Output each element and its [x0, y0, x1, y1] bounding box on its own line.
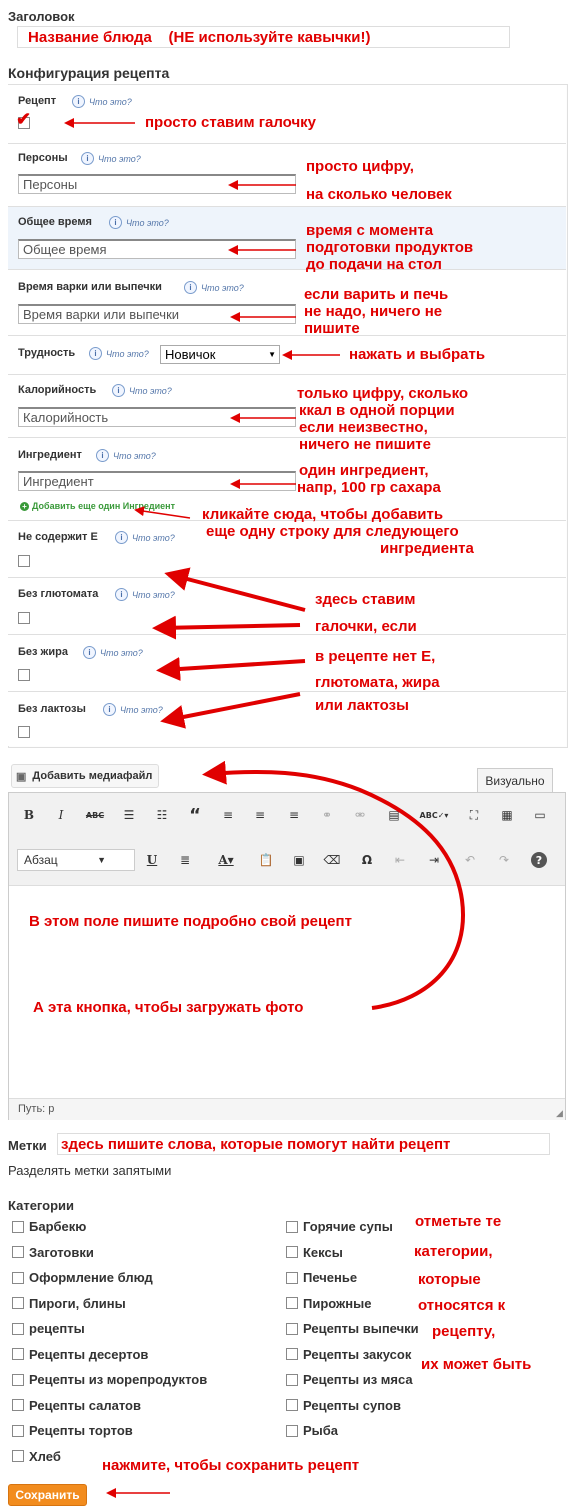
arrow-no-e	[164, 567, 306, 612]
annotation-arrows	[64, 118, 465, 1498]
arrow-no-glutamate	[152, 615, 301, 640]
arrow-add-ingredient	[134, 506, 191, 519]
arrow-add-media	[202, 760, 465, 1010]
arrow-no-fat	[156, 657, 306, 681]
arrow-no-lactose	[160, 692, 301, 729]
